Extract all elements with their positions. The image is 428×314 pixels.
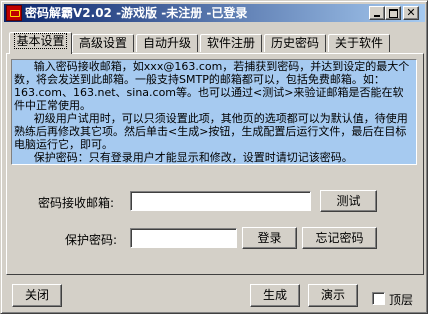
info-text-box: 输入密码接收邮箱，如xxx@163.com，若捕获到密码，并达到设定的最大个数，… <box>11 59 417 165</box>
maximize-button[interactable] <box>385 6 401 20</box>
info-paragraph: 初级用户试用时，可以只须设置此项，其他页的选项都可以为默认值，待使用熟练后再修改… <box>14 112 408 151</box>
main-window: 密码解霸V2.02 -游戏版 -未注册 -已登录 ✕ 基本设置 高级设置 自动升… <box>0 0 428 314</box>
password-label: 保护密码: <box>65 233 118 247</box>
demo-button[interactable]: 演示 <box>308 284 358 307</box>
info-paragraph: 保护密码：只有登录用户才能显示和修改，设置时请切记该密码。 <box>33 151 353 164</box>
info-paragraph: 输入密码接收邮箱，如xxx@163.com，若捕获到密码，并达到设定的最大个数，… <box>14 60 410 112</box>
email-label: 密码接收邮箱: <box>38 196 115 210</box>
topmost-label: 顶层 <box>389 293 414 307</box>
forgot-password-button[interactable]: 忘记密码 <box>302 227 377 249</box>
title-bar[interactable]: 密码解霸V2.02 -游戏版 -未注册 -已登录 ✕ <box>4 4 425 22</box>
close-window-button[interactable]: ✕ <box>403 6 419 20</box>
close-button[interactable]: 关闭 <box>12 284 62 307</box>
email-field[interactable] <box>130 191 311 211</box>
app-icon <box>6 5 22 21</box>
window-title: 密码解霸V2.02 -游戏版 -未注册 -已登录 <box>25 6 248 20</box>
test-button[interactable]: 测试 <box>320 190 377 212</box>
tab-password-history[interactable]: 历史密码 <box>264 34 326 52</box>
tab-registration[interactable]: 软件注册 <box>200 34 262 52</box>
tab-basic-settings[interactable]: 基本设置 <box>9 32 72 54</box>
close-icon: ✕ <box>406 6 416 19</box>
minimize-button[interactable] <box>369 6 385 20</box>
topmost-checkbox[interactable] <box>372 292 385 305</box>
tab-advanced-settings[interactable]: 高级设置 <box>72 34 134 52</box>
generate-button[interactable]: 生成 <box>250 284 300 307</box>
login-button[interactable]: 登录 <box>242 227 297 249</box>
tab-about[interactable]: 关于软件 <box>328 34 390 52</box>
password-field[interactable] <box>130 228 237 248</box>
tab-auto-upgrade[interactable]: 自动升级 <box>136 34 198 52</box>
